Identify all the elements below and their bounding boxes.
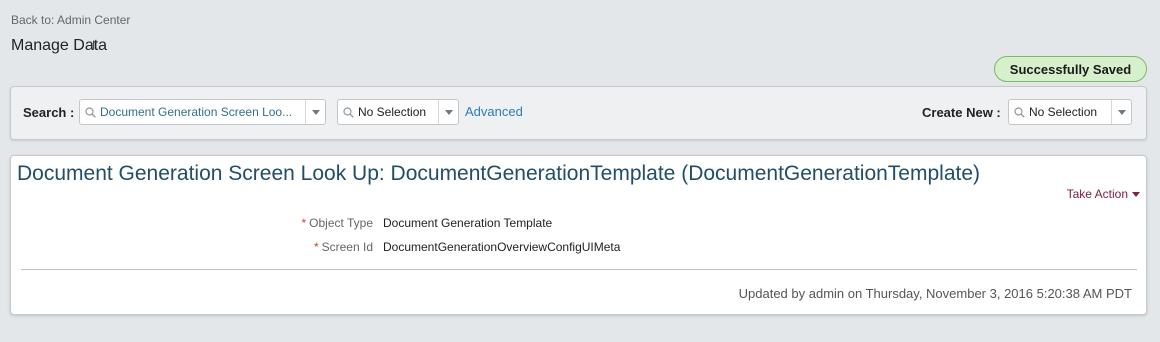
magnifier-icon bbox=[1009, 106, 1027, 118]
advanced-search-link[interactable]: Advanced bbox=[465, 104, 523, 119]
chevron-down-icon bbox=[1132, 191, 1140, 197]
secondary-select[interactable]: No Selection bbox=[337, 99, 459, 125]
take-action-label: Take Action bbox=[1066, 187, 1128, 201]
search-label: Search : bbox=[23, 105, 75, 120]
create-new-select[interactable]: No Selection bbox=[1008, 99, 1132, 125]
record-card: Document Generation Screen Look Up: Docu… bbox=[10, 155, 1147, 315]
search-select-value: Document Generation Screen Loo... bbox=[100, 105, 293, 119]
secondary-select-value: No Selection bbox=[358, 105, 427, 119]
updated-info: Updated by admin on Thursday, November 3… bbox=[738, 286, 1132, 301]
magnifier-icon bbox=[338, 106, 356, 118]
text-cursor-icon: I bbox=[92, 38, 96, 52]
dropdown-arrow-icon[interactable] bbox=[305, 100, 325, 124]
field-value: Document Generation Template bbox=[383, 216, 553, 230]
required-marker: * bbox=[301, 216, 307, 230]
back-to-admin-center-link[interactable]: Back to: Admin Center bbox=[11, 13, 130, 27]
record-title: Document Generation Screen Look Up: Docu… bbox=[17, 162, 981, 185]
search-bar: Search : Document Generation Screen Loo.… bbox=[10, 86, 1147, 140]
create-new-label: Create New : bbox=[922, 105, 1001, 120]
take-action-menu[interactable]: Take Action bbox=[1067, 187, 1140, 201]
divider bbox=[21, 269, 1137, 270]
status-badge: Successfully Saved bbox=[994, 56, 1147, 82]
dropdown-arrow-icon[interactable] bbox=[438, 100, 458, 124]
field-label: * Object Type bbox=[11, 216, 374, 230]
field-value: DocumentGenerationOverviewConfigUIMeta bbox=[383, 240, 621, 254]
field-label: * Screen Id bbox=[11, 240, 373, 254]
magnifier-icon bbox=[80, 106, 98, 118]
field-label-text: Screen Id bbox=[321, 240, 373, 254]
required-marker: * bbox=[313, 240, 319, 254]
create-new-select-value: No Selection bbox=[1029, 105, 1098, 119]
dropdown-arrow-icon[interactable] bbox=[1111, 100, 1131, 124]
search-select[interactable]: Document Generation Screen Loo... bbox=[79, 99, 326, 125]
field-label-text: Object Type bbox=[309, 216, 373, 230]
